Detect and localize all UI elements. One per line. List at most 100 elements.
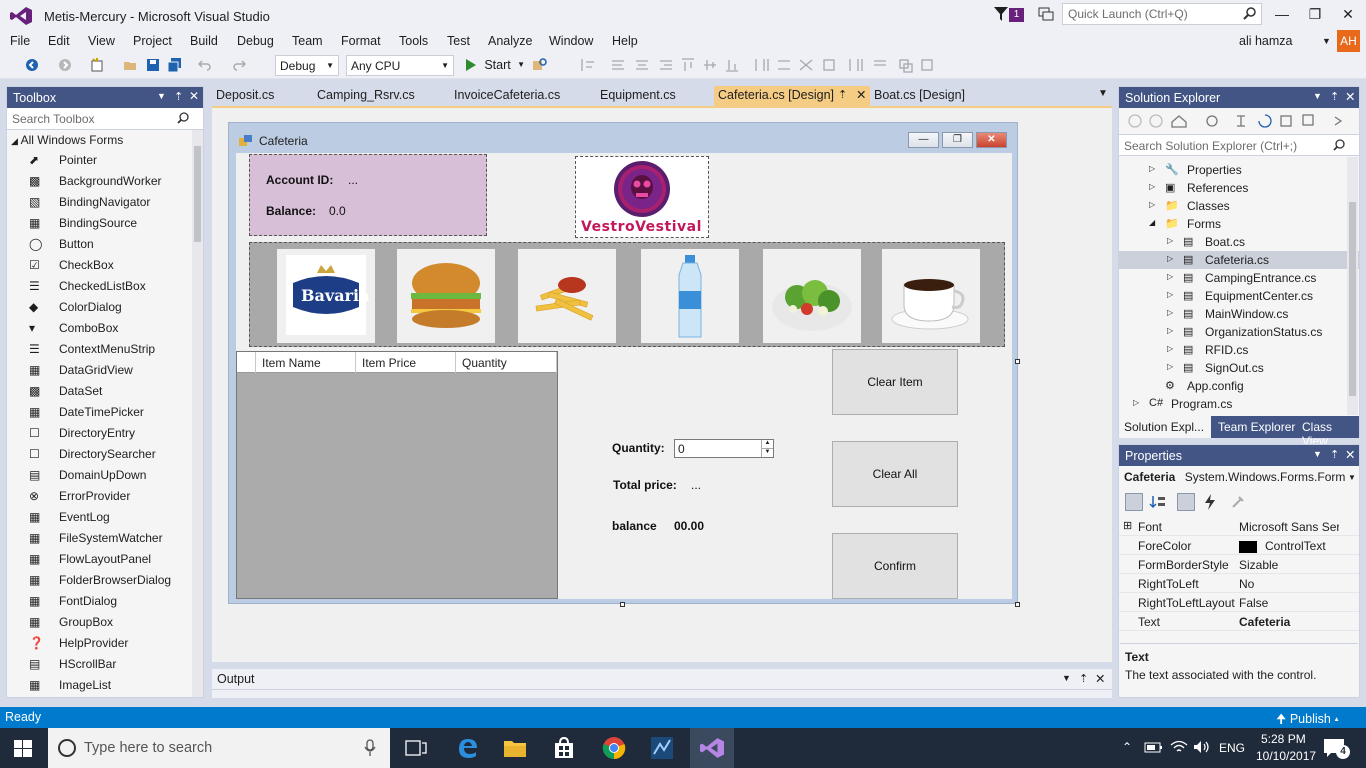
order-grid[interactable]: Item Name Item Price Quantity <box>236 351 558 599</box>
undo-icon[interactable] <box>198 58 212 72</box>
minimize-button[interactable]: — <box>1272 6 1292 24</box>
product-coffee[interactable] <box>882 249 980 343</box>
events-icon[interactable] <box>1201 493 1219 511</box>
expand-arrow-icon[interactable]: ▷ <box>1149 182 1155 191</box>
menu-team[interactable]: Team <box>292 34 323 48</box>
forward-icon[interactable] <box>58 58 72 72</box>
dropdown-icon[interactable]: ▼ <box>1062 673 1071 683</box>
property-value[interactable]: ControlText <box>1239 539 1339 553</box>
property-row[interactable]: RightToLeftLayout False <box>1119 593 1359 612</box>
clear-all-button[interactable]: Clear All <box>832 441 958 507</box>
expand-arrow-icon[interactable]: ▷ <box>1149 164 1155 173</box>
toolbox-scrollbar[interactable] <box>192 130 203 697</box>
expand-arrow-icon[interactable]: ▷ <box>1133 398 1139 407</box>
categorized-icon[interactable] <box>1125 493 1143 511</box>
solution-tree-item[interactable]: ⚙ App.config <box>1119 377 1359 395</box>
toolbox-item[interactable]: ▦ FolderBrowserDialog <box>29 570 194 591</box>
menu-file[interactable]: File <box>10 34 30 48</box>
menu-tools[interactable]: Tools <box>399 34 428 48</box>
solution-tree-item[interactable]: ▷ ▤ SignOut.cs <box>1119 359 1359 377</box>
language-indicator[interactable]: ENG <box>1219 741 1245 755</box>
expand-arrow-icon[interactable]: ▷ <box>1167 272 1173 281</box>
store-icon[interactable] <box>553 736 575 760</box>
scroll-thumb[interactable] <box>1349 202 1356 396</box>
product-burger[interactable] <box>397 249 495 343</box>
toolbox-item[interactable]: ▩ DataSet <box>29 381 194 402</box>
save-all-icon[interactable] <box>168 58 182 72</box>
expand-arrow-icon[interactable]: ▷ <box>1167 344 1173 353</box>
windows-start-icon[interactable] <box>14 740 32 757</box>
find-in-files-icon[interactable] <box>532 58 547 72</box>
expand-arrow-icon[interactable]: ◢ <box>1149 218 1155 227</box>
back-icon[interactable] <box>25 58 39 72</box>
close-icon[interactable]: ✕ <box>189 89 199 103</box>
solution-tree-item[interactable]: ▷ ▤ RFID.cs <box>1119 341 1359 359</box>
menu-test[interactable]: Test <box>447 34 470 48</box>
solution-tree-item[interactable]: ▷ 🔧 Properties <box>1119 161 1359 179</box>
tab-invoice-cafeteria[interactable]: InvoiceCafeteria.cs <box>450 86 564 106</box>
menu-format[interactable]: Format <box>341 34 381 48</box>
column-item-name[interactable]: Item Name <box>256 352 356 373</box>
cafeteria-form[interactable]: Cafeteria — ❐ ✕ Account ID: ... Balance:… <box>228 122 1018 604</box>
visual-studio-taskbar-icon[interactable] <box>690 728 734 768</box>
dropdown-icon[interactable]: ▼ <box>1313 449 1322 459</box>
tab-deposit[interactable]: Deposit.cs <box>212 86 278 106</box>
property-row[interactable]: FormBorderStyle Sizable <box>1119 555 1359 574</box>
toolbox-item[interactable]: ⊗ ErrorProvider <box>29 486 194 507</box>
expand-arrow-icon[interactable]: ▷ <box>1167 362 1173 371</box>
menu-analyze[interactable]: Analyze <box>488 34 532 48</box>
microphone-icon[interactable] <box>364 739 376 757</box>
toolbox-item[interactable]: ◯ Button <box>29 234 194 255</box>
avatar[interactable]: AH <box>1337 30 1360 53</box>
close-icon[interactable]: ✕ <box>856 87 866 102</box>
search-icon[interactable] <box>1243 7 1256 20</box>
tab-boat-design[interactable]: Boat.cs [Design] <box>870 86 969 106</box>
property-value[interactable]: Sizable <box>1239 558 1339 572</box>
tab-class-view[interactable]: Class View <box>1297 416 1359 448</box>
menu-help[interactable]: Help <box>612 34 638 48</box>
property-pages-icon[interactable] <box>1229 493 1247 511</box>
form-minimize-button[interactable]: — <box>908 132 939 148</box>
close-button[interactable]: ✕ <box>1338 6 1358 24</box>
properties-object-selector[interactable]: Cafeteria System.Windows.Forms.Form ▼ <box>1124 470 1356 488</box>
confirm-button[interactable]: Confirm <box>832 533 958 599</box>
tab-cafeteria-design[interactable]: Cafeteria.cs [Design] ⇡ ✕ <box>714 86 870 106</box>
form-maximize-button[interactable]: ❐ <box>942 132 973 148</box>
properties-view-icon[interactable] <box>1177 493 1195 511</box>
expand-icon[interactable]: ⊞ <box>1123 519 1132 532</box>
stepper-up-icon[interactable]: ▲ <box>761 440 773 448</box>
filter-icon[interactable] <box>994 7 1008 21</box>
toolbox-item[interactable]: ◆ ColorDialog <box>29 297 194 318</box>
property-row[interactable]: ⊞ Font Microsoft Sans Serif <box>1119 517 1359 536</box>
tab-equipment[interactable]: Equipment.cs <box>596 86 680 106</box>
dropdown-icon[interactable]: ▼ <box>157 91 166 101</box>
solution-tree-item[interactable]: ▷ ▤ CampingEntrance.cs <box>1119 269 1359 287</box>
tab-solution-explorer[interactable]: Solution Expl... <box>1119 416 1211 438</box>
solution-tree-item[interactable]: ▷ ▤ EquipmentCenter.cs <box>1119 287 1359 305</box>
solution-search-input[interactable]: Search Solution Explorer (Ctrl+;) <box>1119 134 1359 156</box>
toolbox-category[interactable]: ◢ All Windows Forms <box>11 133 123 147</box>
menu-debug[interactable]: Debug <box>237 34 274 48</box>
clear-item-button[interactable]: Clear Item <box>832 349 958 415</box>
clock-date[interactable]: 10/10/2017 <box>1256 749 1316 763</box>
toolbox-item[interactable]: ☐ DirectoryEntry <box>29 423 194 444</box>
quantity-stepper[interactable]: 0 ▲ ▼ <box>674 439 774 458</box>
pin-icon[interactable]: ⇡ <box>838 88 847 101</box>
edge-icon[interactable] <box>456 736 480 760</box>
column-quantity[interactable]: Quantity <box>456 352 557 373</box>
property-value[interactable]: No <box>1239 577 1339 591</box>
toolbox-item[interactable]: ▦ FlowLayoutPanel <box>29 549 194 570</box>
volume-icon[interactable] <box>1193 740 1211 754</box>
toolbox-item[interactable]: ▦ BindingSource <box>29 213 194 234</box>
expand-arrow-icon[interactable]: ▷ <box>1167 308 1173 317</box>
toolbox-item[interactable]: ▩ BackgroundWorker <box>29 171 194 192</box>
dropdown-icon[interactable]: ▼ <box>1313 91 1322 101</box>
festival-logo[interactable]: VestroVestival <box>575 156 709 238</box>
solution-tree-item[interactable]: ▷ C# Program.cs <box>1119 395 1359 413</box>
quick-launch-input[interactable]: Quick Launch (Ctrl+Q) <box>1062 3 1262 25</box>
task-view-icon[interactable] <box>405 740 427 756</box>
product-fries[interactable] <box>518 249 616 343</box>
expand-arrow-icon[interactable]: ▷ <box>1149 200 1155 209</box>
column-item-price[interactable]: Item Price <box>356 352 456 373</box>
notification-badge[interactable]: 1 <box>1009 8 1024 22</box>
